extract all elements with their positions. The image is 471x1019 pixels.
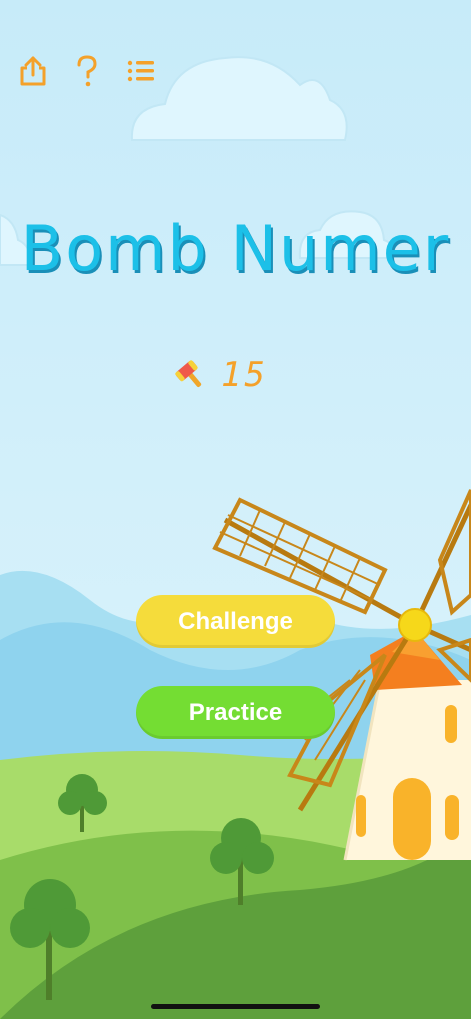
toolbar xyxy=(16,52,158,90)
menu-button[interactable] xyxy=(124,52,158,90)
counter-value: 15 xyxy=(221,355,268,395)
background-scene xyxy=(0,0,471,1019)
question-icon xyxy=(77,55,97,87)
list-icon xyxy=(127,60,154,82)
game-title: Bomb Numer xyxy=(20,212,451,285)
home-indicator[interactable] xyxy=(151,1004,320,1009)
hammer-icon xyxy=(175,360,202,387)
help-button[interactable] xyxy=(70,52,104,90)
share-icon xyxy=(20,56,46,86)
challenge-button[interactable]: Challenge xyxy=(136,595,335,648)
share-button[interactable] xyxy=(16,52,50,90)
practice-button[interactable]: Practice xyxy=(136,686,335,739)
hammer-counter: 15 xyxy=(173,355,268,395)
